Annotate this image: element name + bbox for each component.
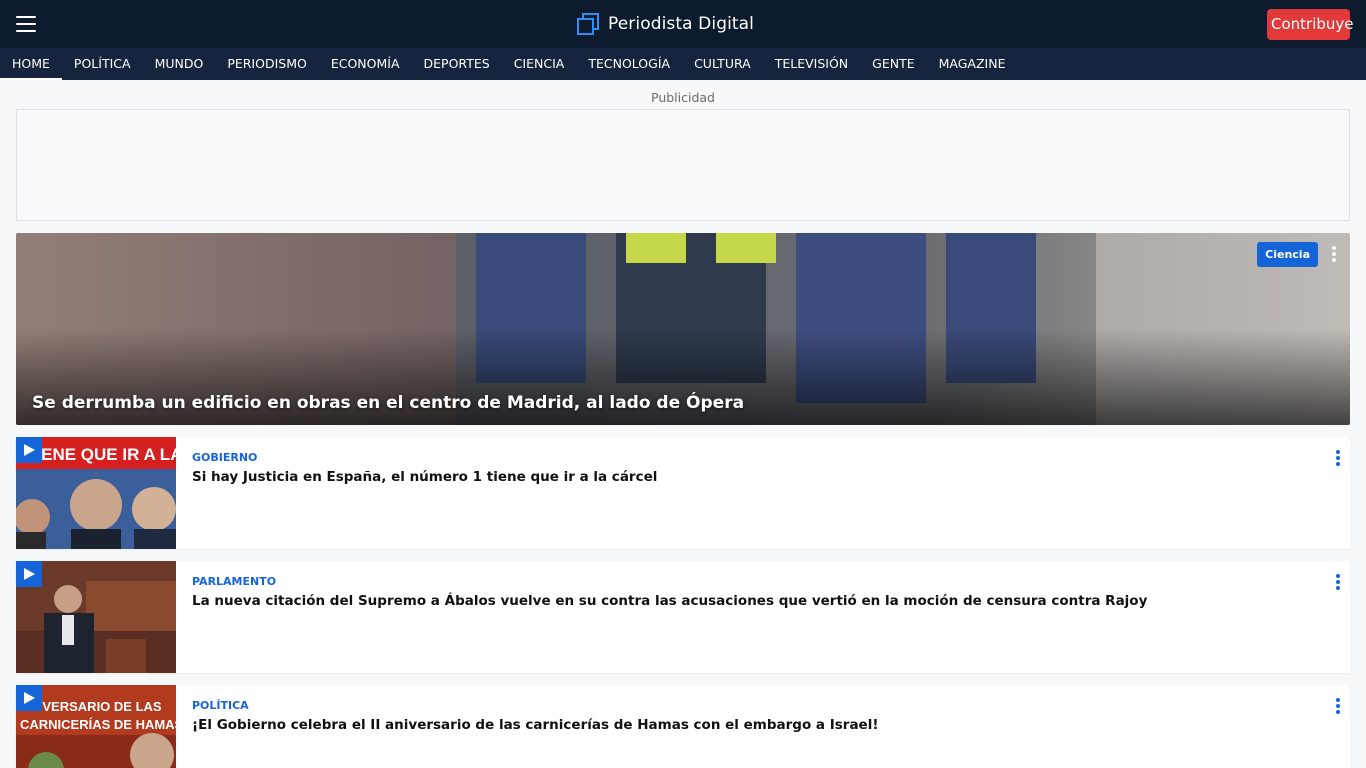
nav-item-gente[interactable]: GENTE: [860, 48, 926, 80]
hamburger-menu-icon[interactable]: [16, 16, 36, 32]
article-title[interactable]: La nueva citación del Supremo a Ábalos v…: [192, 593, 1147, 609]
more-options-icon[interactable]: [1330, 571, 1346, 593]
more-options-icon[interactable]: [1326, 243, 1342, 265]
contribute-button[interactable]: Contribuye: [1267, 9, 1354, 40]
thumbnail-caption-2: CARNICERÍAS DE HAMAS: [20, 717, 176, 732]
thumbnail-caption: TIENE QUE IR A LA CÁRCEL: [26, 445, 176, 464]
logo-icon: [577, 13, 599, 35]
nav-item-periodismo[interactable]: PERIODISMO: [215, 48, 319, 80]
nav-item-television[interactable]: TELEVISIÓN: [763, 48, 860, 80]
article-card[interactable]: TIENE QUE IR A LA CÁRCEL Gobierno Si hay…: [16, 437, 1350, 549]
hero-category-badge[interactable]: Ciencia: [1257, 242, 1318, 267]
nav-item-mundo[interactable]: MUNDO: [143, 48, 216, 80]
video-play-icon: [16, 437, 42, 463]
ad-label: Publicidad: [651, 90, 715, 105]
video-play-icon: [16, 561, 42, 587]
site-logo[interactable]: Periodista Digital: [577, 12, 754, 36]
article-title[interactable]: ¡El Gobierno celebra el II aniversario d…: [192, 717, 879, 733]
more-options-icon[interactable]: [1330, 695, 1346, 717]
section-nav: HOME POLÍTICA MUNDO PERIODISMO ECONOMÍA …: [0, 48, 1366, 80]
nav-item-ciencia[interactable]: CIENCIA: [502, 48, 577, 80]
site-name: Periodista Digital: [608, 14, 755, 34]
nav-item-home[interactable]: HOME: [0, 48, 62, 80]
nav-item-tecnologia[interactable]: TECNOLOGÍA: [576, 48, 682, 80]
article-thumbnail: ANIVERSARIO DE LAS CARNICERÍAS DE HAMAS: [16, 685, 176, 768]
article-title[interactable]: Si hay Justicia en España, el número 1 t…: [192, 469, 657, 485]
article-category[interactable]: Parlamento: [192, 575, 276, 588]
article-category[interactable]: Política: [192, 699, 249, 712]
nav-item-cultura[interactable]: CULTURA: [682, 48, 763, 80]
nav-item-deportes[interactable]: DEPORTES: [412, 48, 502, 80]
more-options-icon[interactable]: [1330, 447, 1346, 469]
article-category[interactable]: Gobierno: [192, 451, 257, 464]
hero-title[interactable]: Se derrumba un edificio en obras en el c…: [32, 393, 744, 413]
nav-item-politica[interactable]: POLÍTICA: [62, 48, 143, 80]
hero-article[interactable]: Se derrumba un edificio en obras en el c…: [16, 233, 1350, 425]
nav-item-economia[interactable]: ECONOMÍA: [319, 48, 412, 80]
article-card[interactable]: Parlamento La nueva citación del Supremo…: [16, 561, 1350, 673]
top-bar: Periodista Digital Contribuye: [0, 0, 1366, 48]
article-card[interactable]: ANIVERSARIO DE LAS CARNICERÍAS DE HAMAS …: [16, 685, 1350, 768]
nav-item-magazine[interactable]: MAGAZINE: [927, 48, 1018, 80]
ad-slot: [16, 109, 1350, 221]
article-thumbnail: TIENE QUE IR A LA CÁRCEL: [16, 437, 176, 549]
article-thumbnail: [16, 561, 176, 673]
video-play-icon: [16, 685, 42, 711]
